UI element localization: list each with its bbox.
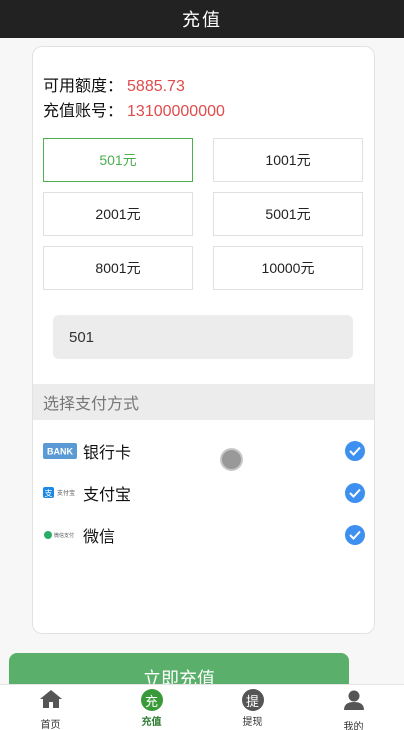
tab-withdraw[interactable]: 提 提现 — [202, 685, 303, 730]
tab-recharge[interactable]: 充 充值 — [101, 685, 202, 730]
bank-logo-text: BANK — [47, 447, 73, 457]
payment-method-wechat[interactable]: 微信支付 微信 — [43, 521, 365, 549]
amount-option-501[interactable]: 501元 — [43, 138, 193, 182]
tab-label: 首页 — [40, 720, 61, 730]
checkmark-icon[interactable] — [345, 441, 365, 461]
account-value: 13100000000 — [127, 103, 225, 120]
tab-home[interactable]: 首页 — [0, 685, 101, 730]
tab-label: 充值 — [141, 717, 162, 728]
amount-option-8001[interactable]: 8001元 — [43, 246, 193, 290]
amount-option-2001[interactable]: 2001元 — [43, 192, 193, 236]
recharge-icon: 充 — [140, 689, 163, 711]
payment-method-label: 银行卡 — [83, 445, 132, 462]
bottom-tab-bar: 首页 充 充值 提 提现 我的 — [0, 684, 404, 730]
payment-method-bank[interactable]: BANK 银行卡 — [43, 437, 365, 465]
alipay-icon: 支 支付宝 — [43, 485, 77, 501]
alipay-logo-text: 支付宝 — [57, 489, 75, 497]
page-header: 充值 — [0, 0, 404, 38]
tab-label: 我的 — [343, 722, 364, 730]
payment-method-label: 微信 — [83, 529, 116, 546]
amount-option-1001[interactable]: 1001元 — [213, 138, 363, 182]
svg-text:支: 支 — [45, 488, 53, 498]
payment-section-title: 选择支付方式 — [33, 384, 374, 420]
balance-value: 5885.73 — [127, 78, 185, 95]
wechat-pay-icon: 微信支付 — [43, 527, 77, 543]
checkmark-icon[interactable] — [345, 525, 365, 545]
user-icon — [343, 689, 365, 716]
custom-amount-input[interactable] — [53, 315, 353, 359]
touch-cursor-indicator — [220, 448, 243, 471]
page-title: 充值 — [182, 10, 222, 30]
payment-method-label: 支付宝 — [83, 487, 132, 504]
amount-option-10000[interactable]: 10000元 — [213, 246, 363, 290]
bank-card-icon: BANK — [43, 443, 77, 459]
recharge-card: 可用额度： 5885.73 充值账号： 13100000000 501元 100… — [32, 46, 375, 634]
tab-mine[interactable]: 我的 — [303, 685, 404, 730]
account-row: 充值账号： 13100000000 — [43, 97, 225, 121]
withdraw-icon: 提 — [241, 689, 264, 711]
checkmark-icon[interactable] — [345, 483, 365, 503]
balance-label: 可用额度： — [43, 78, 124, 95]
home-icon — [39, 689, 63, 714]
payment-method-alipay[interactable]: 支 支付宝 支付宝 — [43, 479, 365, 507]
amount-option-5001[interactable]: 5001元 — [213, 192, 363, 236]
wechat-logo-text: 微信支付 — [54, 532, 74, 539]
tab-label: 提现 — [242, 717, 263, 728]
account-label: 充值账号： — [43, 103, 124, 120]
balance-row: 可用额度： 5885.73 — [43, 72, 185, 96]
